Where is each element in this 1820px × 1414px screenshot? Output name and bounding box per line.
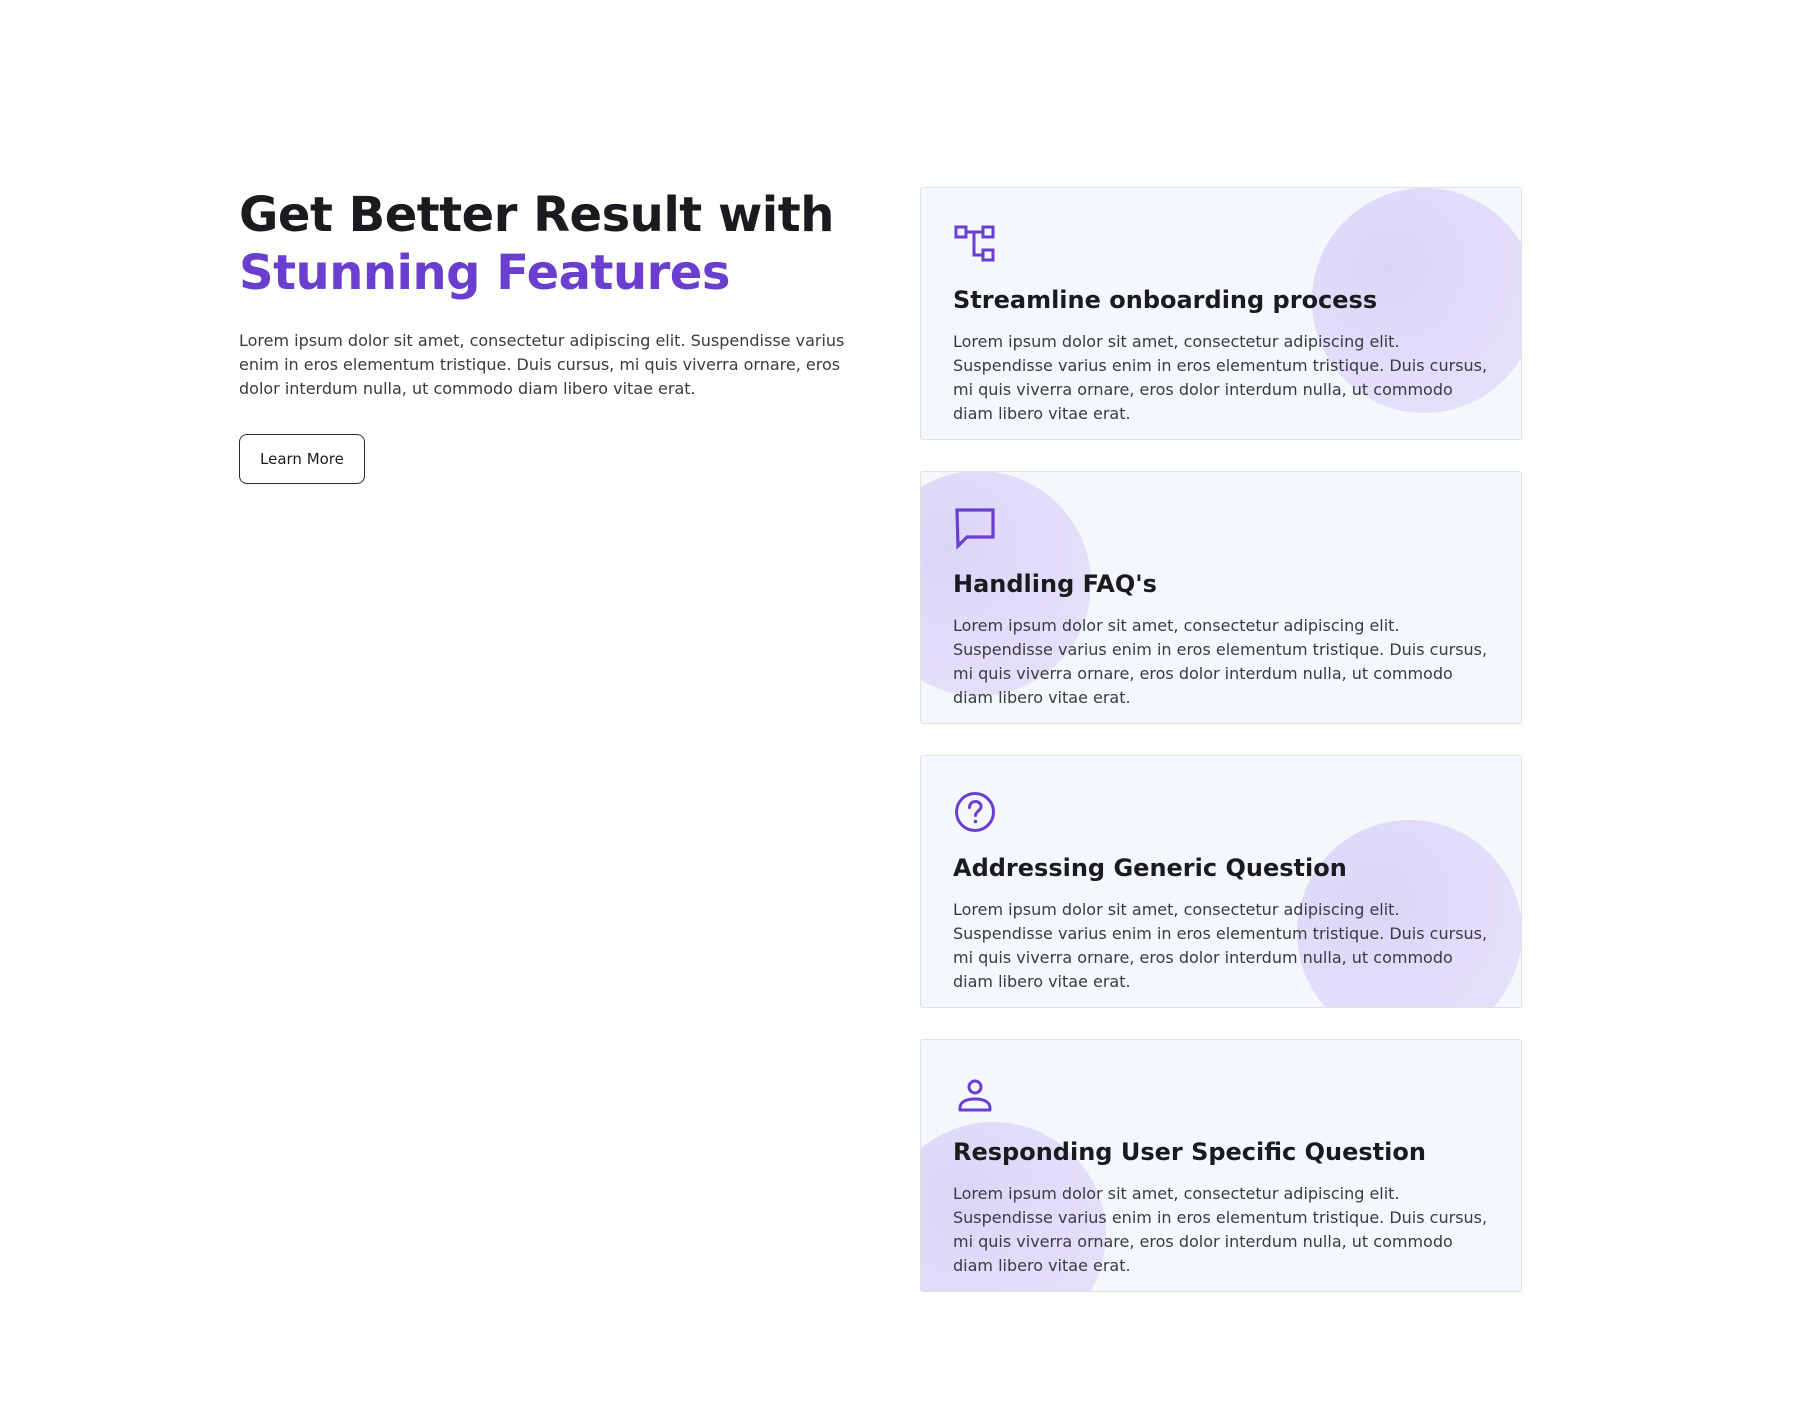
- feature-title: Streamline onboarding process: [953, 286, 1378, 314]
- feature-description: Lorem ipsum dolor sit amet, consectetur …: [953, 616, 1488, 707]
- feature-card-list: Streamline onboarding process Lorem ipsu…: [920, 187, 1522, 1323]
- page-title: Get Better Result with Stunning Features: [239, 186, 859, 302]
- user-icon: [953, 1074, 997, 1118]
- feature-title: Handling FAQ's: [953, 570, 1157, 598]
- feature-description: Lorem ipsum dolor sit amet, consectetur …: [953, 900, 1488, 991]
- feature-description: Lorem ipsum dolor sit amet, consectetur …: [953, 1184, 1488, 1275]
- feature-card-faq: Handling FAQ's Lorem ipsum dolor sit ame…: [920, 471, 1522, 724]
- feature-title: Addressing Generic Question: [953, 854, 1347, 882]
- question-circle-icon: [953, 790, 997, 834]
- hero-column: Get Better Result with Stunning Features…: [239, 186, 859, 484]
- hero-description: Lorem ipsum dolor sit amet, consectetur …: [239, 331, 845, 398]
- learn-more-button[interactable]: Learn More: [239, 434, 365, 484]
- feature-card-user-question: Responding User Specific Question Lorem …: [920, 1039, 1522, 1292]
- title-line-1: Get Better Result with: [239, 187, 834, 243]
- chat-bubble-icon: [953, 506, 997, 550]
- title-line-2-highlight: Stunning Features: [239, 245, 730, 301]
- feature-card-generic-question: Addressing Generic Question Lorem ipsum …: [920, 755, 1522, 1008]
- feature-description: Lorem ipsum dolor sit amet, consectetur …: [953, 332, 1488, 423]
- feature-title: Responding User Specific Question: [953, 1138, 1426, 1166]
- workflow-icon: [953, 222, 997, 266]
- features-section: Get Better Result with Stunning Features…: [0, 0, 1820, 1414]
- feature-card-onboarding: Streamline onboarding process Lorem ipsu…: [920, 187, 1522, 440]
